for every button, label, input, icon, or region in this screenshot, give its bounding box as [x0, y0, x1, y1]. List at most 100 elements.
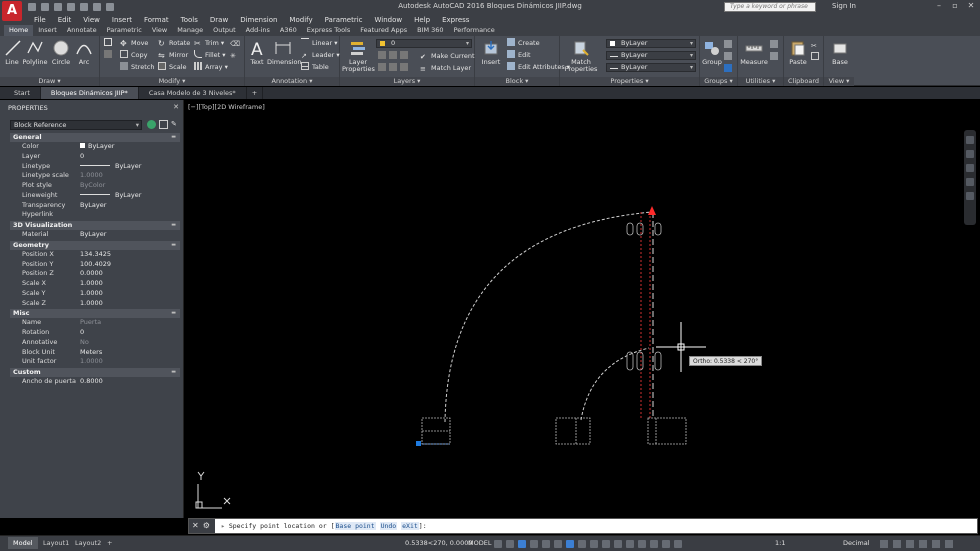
property-row[interactable]: Ancho de puerta 0.8000 — [10, 377, 180, 387]
doc-tab-start[interactable]: Start — [4, 87, 41, 99]
property-row[interactable]: Unit factor 1.0000 — [10, 357, 180, 367]
section-misc[interactable]: Misc — [10, 309, 180, 319]
add-layout-icon[interactable]: + — [102, 537, 117, 549]
close-icon[interactable]: ✕ — [966, 1, 976, 11]
linetype-dropdown[interactable]: ByLayer — [606, 63, 696, 72]
property-row[interactable]: Position Y 100.4029 — [10, 260, 180, 270]
linear-button[interactable]: Linear ▾ — [301, 38, 338, 48]
command-prompt[interactable]: ▸ Specify point location or [Base point … — [221, 522, 427, 530]
property-value[interactable]: ByLayer — [80, 230, 180, 240]
properties-panel-label[interactable]: Properties ▾ — [560, 77, 699, 86]
color-dropdown[interactable]: ByLayer — [606, 39, 696, 48]
tab-annotate[interactable]: Annotate — [62, 25, 102, 36]
line-button[interactable]: Line — [4, 39, 21, 66]
command-customize-icon[interactable]: ⚙ — [203, 521, 214, 530]
hatch-button[interactable] — [104, 50, 115, 60]
layer-tools-icons[interactable] — [378, 51, 411, 61]
object-type-dropdown[interactable]: Block Reference ▾ — [10, 120, 142, 130]
circle-button[interactable]: Circle — [50, 39, 72, 66]
tab-express-tools[interactable]: Express Tools — [302, 25, 355, 36]
menu-tools[interactable]: Tools — [175, 14, 204, 25]
customization-icon[interactable] — [945, 540, 953, 548]
block-panel-label[interactable]: Block ▾ — [475, 77, 559, 86]
isolate-objects-icon[interactable] — [906, 540, 914, 548]
tab-manage[interactable]: Manage — [172, 25, 208, 36]
gizmo-icon[interactable] — [650, 540, 658, 548]
dimension-button[interactable]: Dimension — [267, 39, 302, 66]
command-line[interactable]: ✕⚙ ▸ Specify point location or [Base poi… — [188, 518, 978, 534]
command-close-icon[interactable]: ✕ — [192, 521, 203, 530]
explode-button[interactable]: ✳ — [230, 50, 241, 60]
tab-bim-360[interactable]: BIM 360 — [412, 25, 448, 36]
table-button[interactable]: Table — [301, 62, 329, 72]
view-panel-label[interactable]: View ▾ — [824, 77, 854, 86]
property-row[interactable]: Name Puerta — [10, 318, 180, 328]
section-general[interactable]: General — [10, 133, 180, 142]
modify-panel-label[interactable]: Modify ▾ — [100, 77, 244, 86]
new-tab-icon[interactable]: + — [247, 87, 264, 99]
make-current-button[interactable]: ✔ Make Current — [420, 51, 475, 61]
property-value[interactable]: ByLayer — [80, 142, 180, 152]
calculator-button[interactable] — [770, 52, 781, 62]
draw-panel-label[interactable]: Draw ▾ — [0, 77, 99, 86]
property-row[interactable]: Material ByLayer — [10, 230, 180, 240]
property-value[interactable]: Puerta — [80, 318, 180, 328]
menu-format[interactable]: Format — [138, 14, 175, 25]
copy-button[interactable]: Copy — [120, 50, 148, 60]
property-value[interactable]: 134.3425 — [80, 250, 180, 260]
search-input[interactable]: Type a keyword or phrase — [724, 2, 816, 12]
move-button[interactable]: ✥ Move — [120, 38, 148, 48]
dynamic-ucs-icon[interactable] — [626, 540, 634, 548]
menu-file[interactable]: File — [28, 14, 52, 25]
doc-tab-bloques[interactable]: Bloques Dinámicos JIIP* — [40, 87, 139, 99]
array-button[interactable]: Array ▾ — [194, 62, 228, 72]
rectangle-button[interactable] — [104, 38, 115, 48]
group-select-button[interactable] — [724, 64, 735, 74]
menu-edit[interactable]: Edit — [52, 14, 78, 25]
hardware-acceleration-icon[interactable] — [919, 540, 927, 548]
lineweight-toggle-icon[interactable] — [578, 540, 586, 548]
property-value[interactable]: 1.0000 — [80, 289, 180, 299]
quick-properties-icon[interactable] — [880, 540, 888, 548]
tab-add-ins[interactable]: Add-ins — [241, 25, 275, 36]
property-value[interactable]: 0.0000 — [80, 269, 180, 279]
zoom-icon[interactable] — [966, 164, 974, 172]
tab-view[interactable]: View — [147, 25, 172, 36]
property-value[interactable]: 0.8000 — [80, 377, 180, 387]
layer-dropdown[interactable]: 0 — [376, 39, 472, 48]
grid-icon[interactable] — [494, 540, 502, 548]
property-value[interactable]: 1.0000 — [80, 299, 180, 309]
tab-featured-apps[interactable]: Featured Apps — [355, 25, 412, 36]
clipboard-panel-label[interactable]: Clipboard — [784, 77, 823, 86]
option-base-point[interactable]: Base point — [334, 522, 376, 530]
tab-performance[interactable]: Performance — [449, 25, 500, 36]
lineweight-dropdown[interactable]: ByLayer — [606, 51, 696, 60]
paste-button[interactable]: Paste — [787, 39, 809, 66]
pan-icon[interactable] — [966, 150, 974, 158]
layer-properties-button[interactable]: Layer Properties — [342, 39, 375, 73]
polyline-button[interactable]: Polyline — [22, 39, 48, 66]
property-value[interactable]: 100.4029 — [80, 260, 180, 270]
property-row[interactable]: Scale Y 1.0000 — [10, 289, 180, 299]
maximize-icon[interactable]: ▫ — [950, 1, 960, 11]
group-edit-button[interactable] — [724, 52, 735, 62]
object-snap-tracking-icon[interactable] — [554, 540, 562, 548]
property-value[interactable]: ByColor — [80, 181, 180, 191]
groups-panel-label[interactable]: Groups ▾ — [700, 77, 737, 86]
layers-panel-label[interactable]: Layers ▾ — [340, 77, 474, 86]
property-value[interactable]: ByLayer — [80, 191, 180, 201]
polar-icon[interactable] — [530, 540, 538, 548]
text-button[interactable]: A Text — [247, 39, 267, 66]
section-geometry[interactable]: Geometry — [10, 240, 180, 250]
option-exit[interactable]: eXit — [401, 522, 419, 530]
match-properties-button[interactable]: Match Properties — [564, 39, 598, 73]
property-row[interactable]: Position X 134.3425 — [10, 250, 180, 260]
property-row[interactable]: Lineweight ByLayer — [10, 191, 180, 201]
option-undo[interactable]: Undo — [379, 522, 398, 530]
rotate-button[interactable]: ↻ Rotate — [158, 38, 190, 48]
cut-button[interactable]: ✂ — [811, 40, 822, 50]
select-objects-icon[interactable] — [159, 120, 168, 129]
annotation-panel-label[interactable]: Annotation ▾ — [245, 77, 339, 86]
property-value[interactable]: ByLayer — [80, 201, 180, 211]
property-row[interactable]: Linetype scale 1.0000 — [10, 171, 180, 181]
